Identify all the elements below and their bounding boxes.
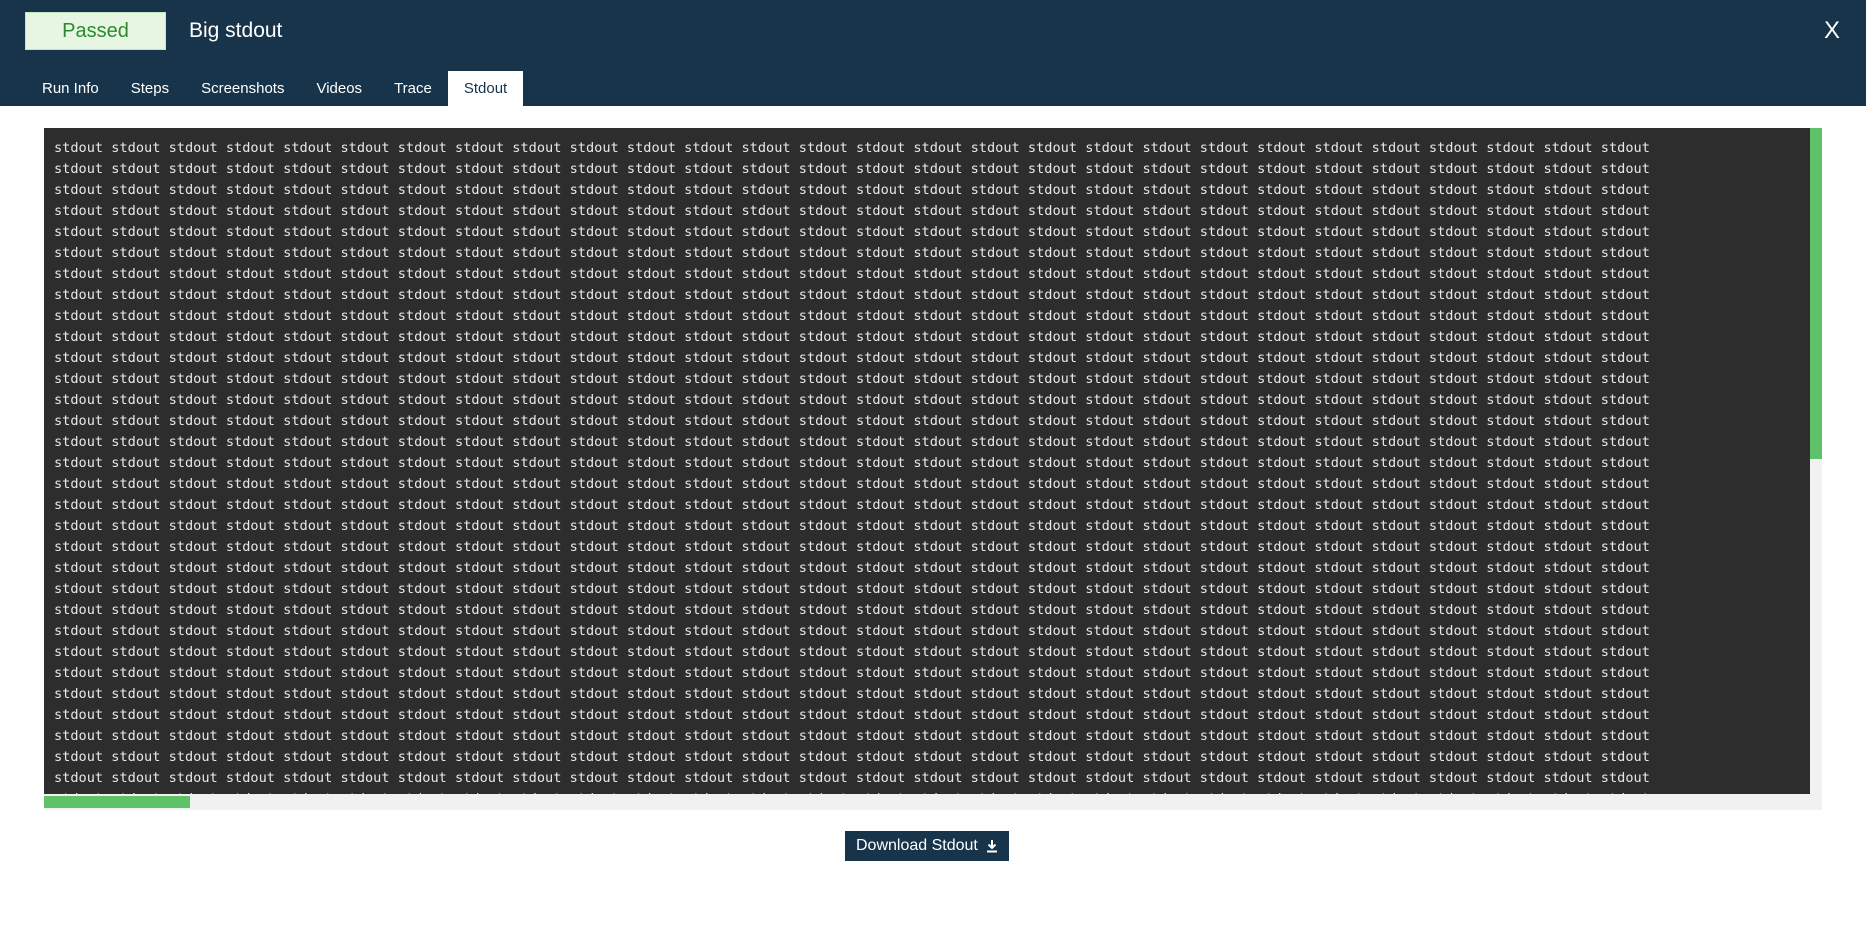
stdout-console[interactable]: stdout stdout stdout stdout stdout stdou… [44, 128, 1810, 794]
tab-steps[interactable]: Steps [115, 71, 185, 106]
horizontal-scrollbar[interactable] [44, 794, 1810, 810]
tab-stdout[interactable]: Stdout [447, 71, 524, 106]
stdout-text: stdout stdout stdout stdout stdout stdou… [54, 140, 1650, 794]
horizontal-scrollbar-thumb[interactable] [44, 796, 190, 808]
tab-run-info[interactable]: Run Info [26, 71, 115, 106]
download-icon [986, 840, 997, 853]
tab-trace[interactable]: Trace [378, 71, 448, 106]
tab-videos[interactable]: Videos [300, 71, 378, 106]
vertical-scrollbar-thumb[interactable] [1810, 128, 1822, 459]
page-title: Big stdout [189, 19, 283, 42]
stdout-panel: stdout stdout stdout stdout stdout stdou… [44, 128, 1822, 810]
tab-bar: Run Info Steps Screenshots Videos Trace … [26, 71, 524, 106]
header: Passed Big stdout X Run Info Steps Scree… [0, 0, 1866, 106]
tab-screenshots[interactable]: Screenshots [185, 71, 300, 106]
status-badge: Passed [25, 12, 166, 50]
download-button-label: Download Stdout [856, 837, 978, 854]
vertical-scrollbar[interactable] [1810, 128, 1822, 810]
close-button[interactable]: X [1824, 16, 1840, 46]
download-stdout-button[interactable]: Download Stdout [845, 831, 1009, 861]
